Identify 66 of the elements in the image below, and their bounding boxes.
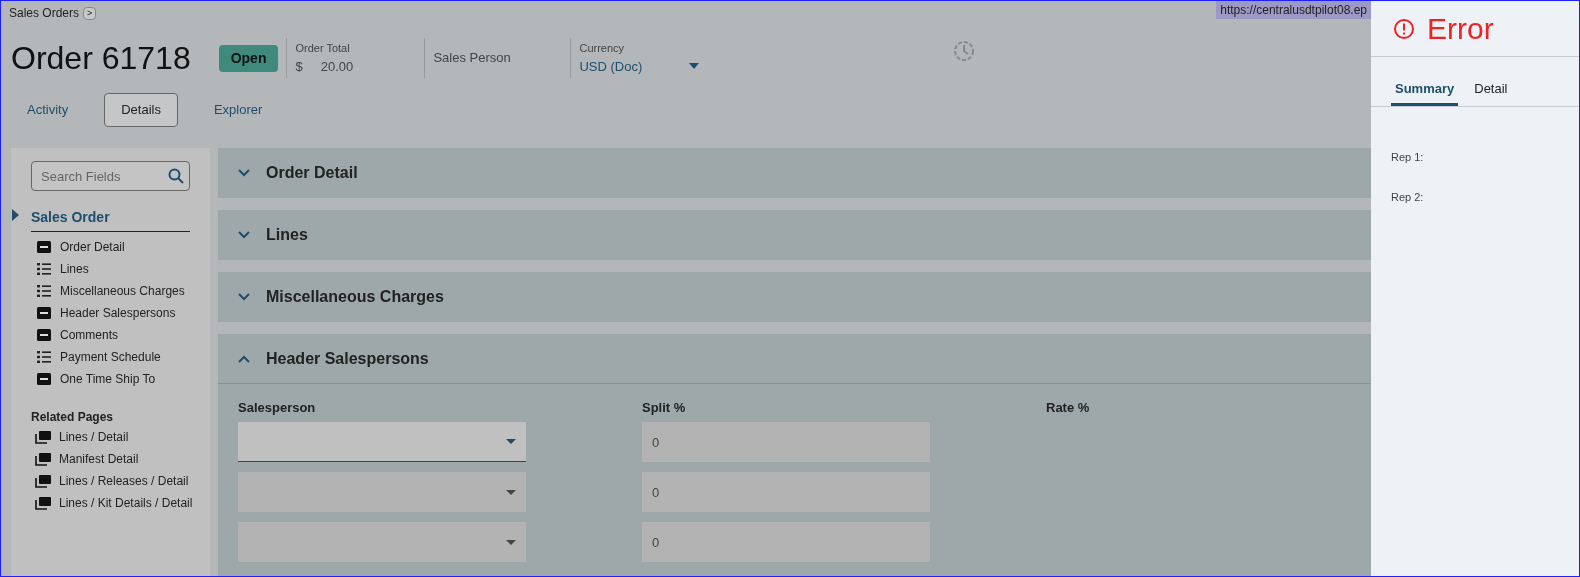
currency-symbol: $	[295, 57, 303, 76]
split-field[interactable]: 0	[642, 522, 930, 562]
pages-icon	[35, 430, 51, 444]
chevron-down-icon	[238, 293, 250, 301]
tab[interactable]: Activity	[27, 94, 69, 126]
status-badge: Open	[218, 44, 279, 72]
field-label: Currency	[579, 41, 626, 56]
pages-icon	[35, 452, 51, 466]
order-title: Order 61718	[11, 39, 191, 78]
section-header[interactable]: Order Detail	[218, 148, 1371, 198]
breadcrumb-link[interactable]: Sales Orders	[9, 4, 80, 22]
url-tooltip: https://centralusdtpilot08.ep	[1216, 1, 1371, 19]
field-label: Order Total	[295, 41, 351, 56]
error-message: Rep 2:	[1391, 190, 1425, 205]
caret-icon	[506, 539, 516, 545]
related-page-link[interactable]: Lines / Detail	[59, 428, 129, 446]
caret-icon	[506, 439, 516, 444]
form-icon	[36, 307, 51, 319]
form-icon	[36, 329, 51, 341]
expand-button[interactable]: >	[83, 6, 97, 20]
search-icon	[168, 168, 184, 184]
sidebar-item[interactable]: Header Salespersons	[60, 304, 176, 322]
order-total-value: 20.00	[320, 57, 354, 76]
column-header: Split %	[642, 399, 687, 417]
list-icon	[36, 285, 51, 297]
chevron-down-icon	[238, 231, 250, 239]
list-icon	[36, 351, 51, 363]
section-header[interactable]: Lines	[218, 210, 1371, 260]
related-page-link[interactable]: Lines / Releases / Detail	[59, 472, 189, 490]
sidebar-item[interactable]: Lines	[60, 260, 89, 278]
related-page-link[interactable]: Manifest Detail	[59, 450, 139, 468]
related-page-link[interactable]: Lines / Kit Details / Detail	[59, 494, 193, 512]
list-icon	[36, 263, 51, 275]
form-icon	[36, 373, 51, 385]
search-field[interactable]: Search Fields	[31, 161, 190, 191]
form-icon	[36, 241, 51, 253]
tab[interactable]: Explorer	[213, 94, 263, 126]
related-pages-heading: Related Pages	[31, 409, 115, 426]
error-message: Rep 1:	[1391, 149, 1425, 165]
split-field[interactable]: 0	[642, 422, 930, 462]
pages-icon	[35, 496, 51, 510]
sidebar-item[interactable]: Miscellaneous Charges	[60, 282, 185, 300]
tab[interactable]: Summary	[1391, 79, 1459, 106]
column-header: Salesperson	[238, 399, 317, 417]
currency-dropdown[interactable]: USD (Doc)	[579, 56, 700, 76]
field-label: Sales Person	[433, 49, 511, 68]
sidebar-group[interactable]: Sales Order	[31, 209, 110, 225]
split-field[interactable]: 0	[642, 472, 930, 512]
error-title: Error	[1427, 11, 1494, 47]
caret-icon	[506, 489, 516, 495]
tab[interactable]: Details	[104, 93, 178, 127]
section-header[interactable]: Miscellaneous Charges	[218, 272, 1371, 322]
salesperson-dropdown[interactable]	[238, 422, 526, 462]
section-header[interactable]: Header Salespersons	[218, 334, 1371, 384]
tab[interactable]: Detail	[1470, 79, 1512, 106]
sidebar-item[interactable]: Order Detail	[60, 238, 125, 256]
error-icon	[1393, 17, 1415, 40]
pages-icon	[35, 474, 51, 488]
history-icon	[953, 40, 975, 62]
sidebar-item[interactable]: Comments	[60, 326, 118, 344]
sidebar-item[interactable]: One Time Ship To	[60, 370, 156, 388]
caret-icon	[689, 63, 700, 70]
column-header: Rate %	[1046, 399, 1091, 417]
chevron-up-icon	[238, 354, 250, 363]
sidebar-item[interactable]: Payment Schedule	[60, 348, 161, 366]
chevron-down-icon	[238, 169, 250, 177]
